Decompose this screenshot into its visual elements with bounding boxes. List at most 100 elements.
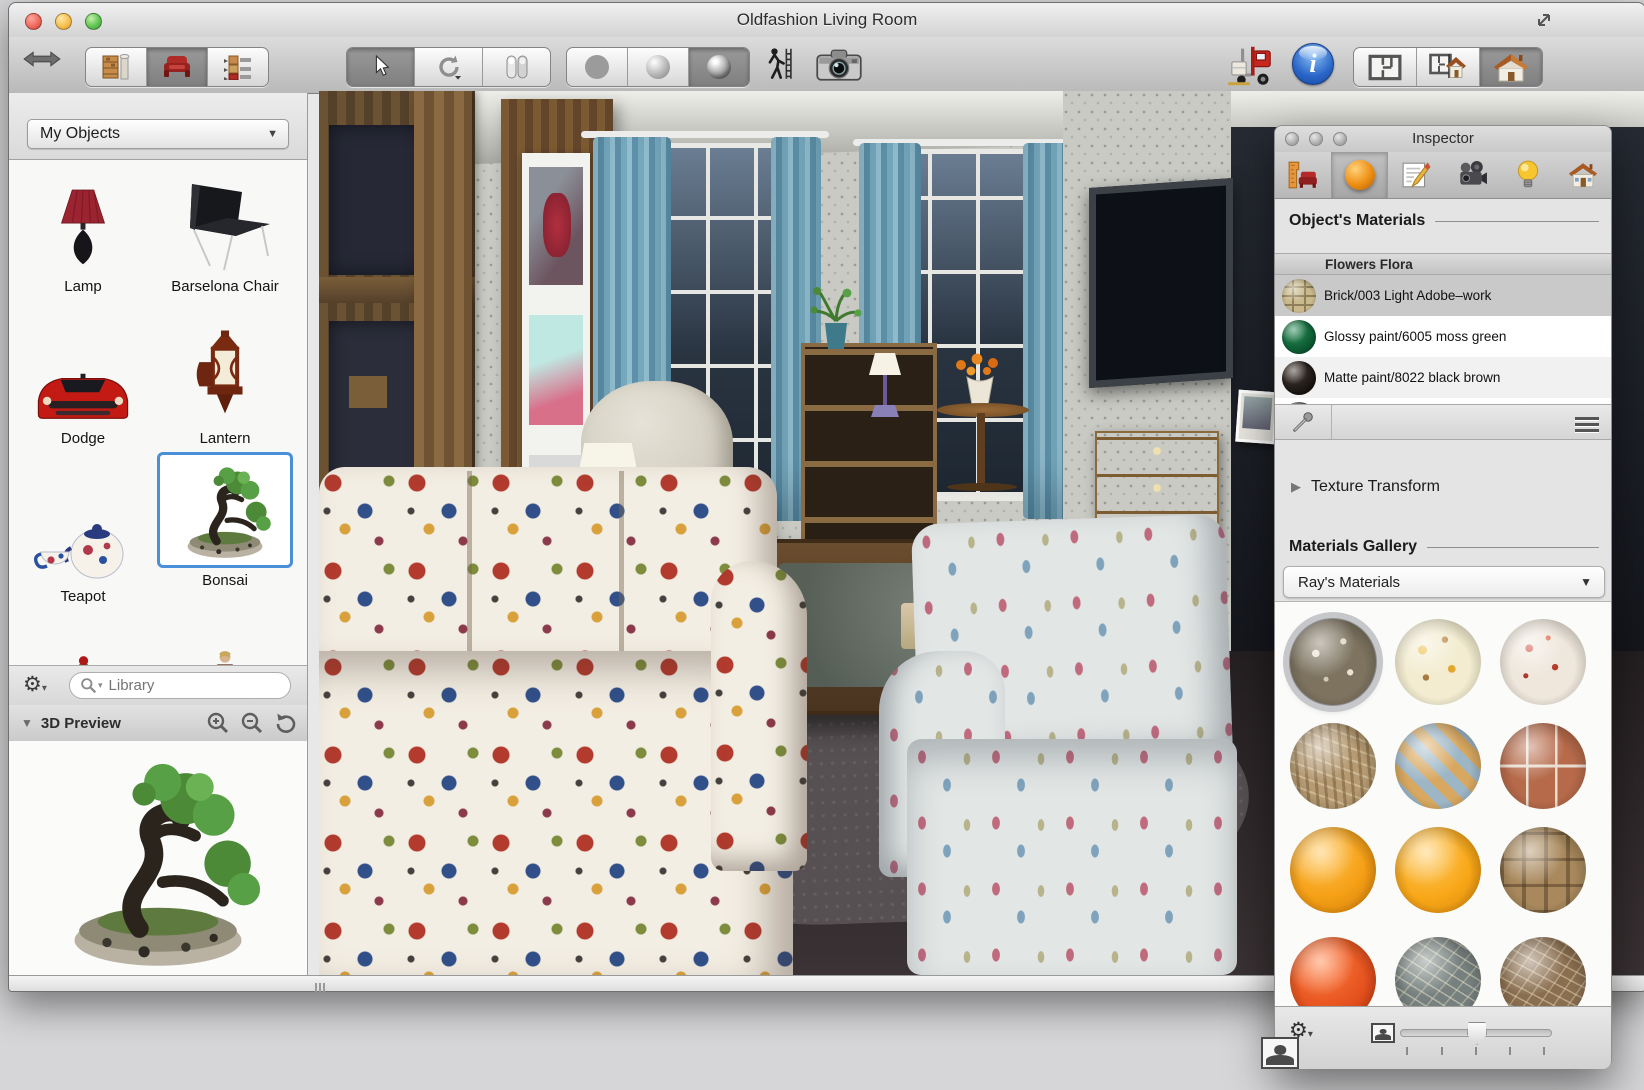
object-item-teapot[interactable]: Teapot	[15, 480, 151, 605]
lighting-bulb-icon[interactable]	[1500, 152, 1556, 198]
texture-transform-disclosure[interactable]: ▶ Texture Transform	[1291, 478, 1440, 496]
search-input[interactable]	[107, 676, 280, 695]
collection-select-value: Ray's Materials	[1298, 574, 1580, 591]
object-item-dodge[interactable]: Dodge	[15, 322, 151, 447]
object-label: Lamp	[15, 278, 151, 295]
material-swatch-white-red-floral[interactable]	[1500, 619, 1586, 705]
materials-group-header[interactable]: Flowers Flora	[1275, 254, 1611, 275]
material-name: Glossy paint/6005 moss green	[1324, 329, 1529, 345]
rotate-tool-icon[interactable]	[415, 48, 483, 86]
shaded-sphere-icon[interactable]	[628, 48, 689, 86]
gear-menu-icon[interactable]: ⚙▾	[23, 672, 47, 697]
slider-tick	[1406, 1047, 1408, 1055]
material-swatch-brown-crackle[interactable]	[1500, 937, 1586, 1007]
object-item-lantern[interactable]: Lantern	[157, 322, 293, 447]
forklift-icon[interactable]	[1225, 45, 1277, 87]
floor-plan-icon[interactable]	[1354, 48, 1417, 86]
bonsai-thumbnail	[157, 452, 293, 568]
shiny-sphere-icon[interactable]	[689, 48, 749, 86]
split-plan-3d-icon[interactable]	[1417, 48, 1480, 86]
lantern-thumbnail	[157, 322, 293, 426]
material-name: Matte paint/8022 black brown	[1324, 370, 1529, 386]
material-swatch-cream-yellow-floral[interactable]	[1395, 619, 1481, 705]
swap-arrows-icon[interactable]	[23, 49, 61, 69]
object-item-lamp[interactable]: Lamp	[15, 170, 151, 295]
walk-through-icon[interactable]	[762, 47, 796, 81]
object-item-cactus[interactable]	[15, 612, 151, 665]
disclosure-right-icon: ▶	[1291, 479, 1301, 495]
inspector-bottom-bar: ⚙▾	[1275, 1006, 1611, 1069]
material-swatch-tan-ornate[interactable]	[1290, 723, 1376, 809]
object-list-icon[interactable]	[208, 48, 268, 86]
material-swatch-blue-tan-argyle[interactable]	[1395, 723, 1481, 809]
preview-title: 3D Preview	[41, 715, 205, 732]
materials-gallery-heading: Materials Gallery	[1289, 538, 1417, 556]
materials-sphere-icon[interactable]	[1331, 152, 1389, 198]
category-select[interactable]: My Objects ▼	[27, 119, 289, 149]
eyedropper-icon[interactable]	[1275, 405, 1332, 439]
search-field[interactable]: ▾	[69, 672, 291, 699]
material-swatch-orange-red-rough[interactable]	[1290, 937, 1376, 1007]
scene-bookcase-box	[349, 376, 387, 408]
texture-transform-label: Texture Transform	[1311, 478, 1440, 496]
object-item-person[interactable]	[157, 612, 293, 665]
camera-snapshot-icon[interactable]	[815, 49, 863, 81]
slider-thumb[interactable]	[1467, 1022, 1487, 1045]
object-dimensions-icon[interactable]	[1275, 152, 1331, 198]
category-bar: My Objects ▼	[9, 93, 307, 160]
scene-potted-plant	[807, 287, 865, 351]
window-titlebar[interactable]: Oldfashion Living Room	[9, 3, 1644, 38]
object-label: Barselona Chair	[157, 278, 293, 295]
scene-tv	[1089, 178, 1233, 388]
object-item-bonsai[interactable]: Bonsai	[157, 452, 293, 589]
object-item-barselona-chair[interactable]: Barselona Chair	[157, 170, 293, 295]
menu-hamburger-icon[interactable]	[1575, 414, 1599, 435]
scene-sofa-seam	[619, 471, 624, 677]
zoom-in-icon[interactable]	[205, 710, 231, 736]
object-materials-section: Object's Materials	[1289, 212, 1603, 230]
material-swatch-orange-matte[interactable]	[1290, 827, 1376, 913]
notes-edit-icon[interactable]	[1388, 152, 1444, 198]
material-name: Brick/003 Light Adobe–work	[1324, 288, 1529, 304]
material-swatch-terracotta-tiles[interactable]	[1500, 723, 1586, 809]
camera-view-icon[interactable]	[1444, 152, 1500, 198]
select-cursor-icon[interactable]	[347, 48, 415, 86]
building-library-icon[interactable]	[86, 48, 147, 86]
preview-canvas[interactable]	[9, 741, 307, 977]
teapot-thumbnail	[15, 480, 151, 584]
zoom-out-icon[interactable]	[239, 710, 265, 736]
resize-corner-icon[interactable]	[1535, 11, 1553, 29]
material-swatch-gray-crackle[interactable]	[1395, 937, 1481, 1007]
splitter-grip-icon[interactable]	[315, 979, 327, 997]
pan-capsules-icon[interactable]	[483, 48, 550, 86]
house-3d-icon[interactable]	[1480, 48, 1542, 86]
search-scope-chevron-icon[interactable]: ▾	[98, 680, 103, 691]
large-image-icon	[1261, 1037, 1299, 1069]
lamp-thumbnail	[15, 170, 151, 274]
materials-collection-select[interactable]: Ray's Materials ▼	[1283, 566, 1605, 598]
material-row[interactable]: Matte paint/8022 black brown	[1275, 357, 1611, 398]
green-material-swatch	[1282, 320, 1316, 354]
material-swatch-orange-bright[interactable]	[1395, 827, 1481, 913]
swatch-size-slider[interactable]	[1400, 1029, 1552, 1037]
materials-toolbar	[1275, 404, 1611, 440]
building-house-icon[interactable]	[1555, 152, 1611, 198]
render-quality-group	[566, 47, 750, 87]
info-icon[interactable]: i	[1292, 43, 1334, 85]
furniture-library-icon[interactable]	[147, 48, 208, 86]
inspector-panel: Inspector Object's Materials	[1274, 125, 1612, 1068]
material-row[interactable]: Brick/003 Light Adobe–work	[1275, 275, 1611, 316]
rotate-preview-icon[interactable]	[273, 710, 299, 736]
disclosure-triangle-icon[interactable]: ▼	[21, 716, 33, 730]
slider-tick	[1475, 1047, 1477, 1055]
chevron-down-icon: ▼	[267, 128, 278, 140]
scene-photo-pink	[529, 315, 583, 425]
inspector-titlebar[interactable]: Inspector	[1275, 126, 1611, 153]
object-label: Teapot	[15, 588, 151, 605]
flat-sphere-icon[interactable]	[567, 48, 628, 86]
material-row[interactable]: Glossy paint/6005 moss green	[1275, 316, 1611, 357]
material-swatch-tan-bark[interactable]	[1500, 827, 1586, 913]
preview-header: ▼ 3D Preview	[9, 705, 307, 742]
object-label: Bonsai	[157, 572, 293, 589]
material-swatch-taupe-floral[interactable]	[1290, 619, 1376, 705]
